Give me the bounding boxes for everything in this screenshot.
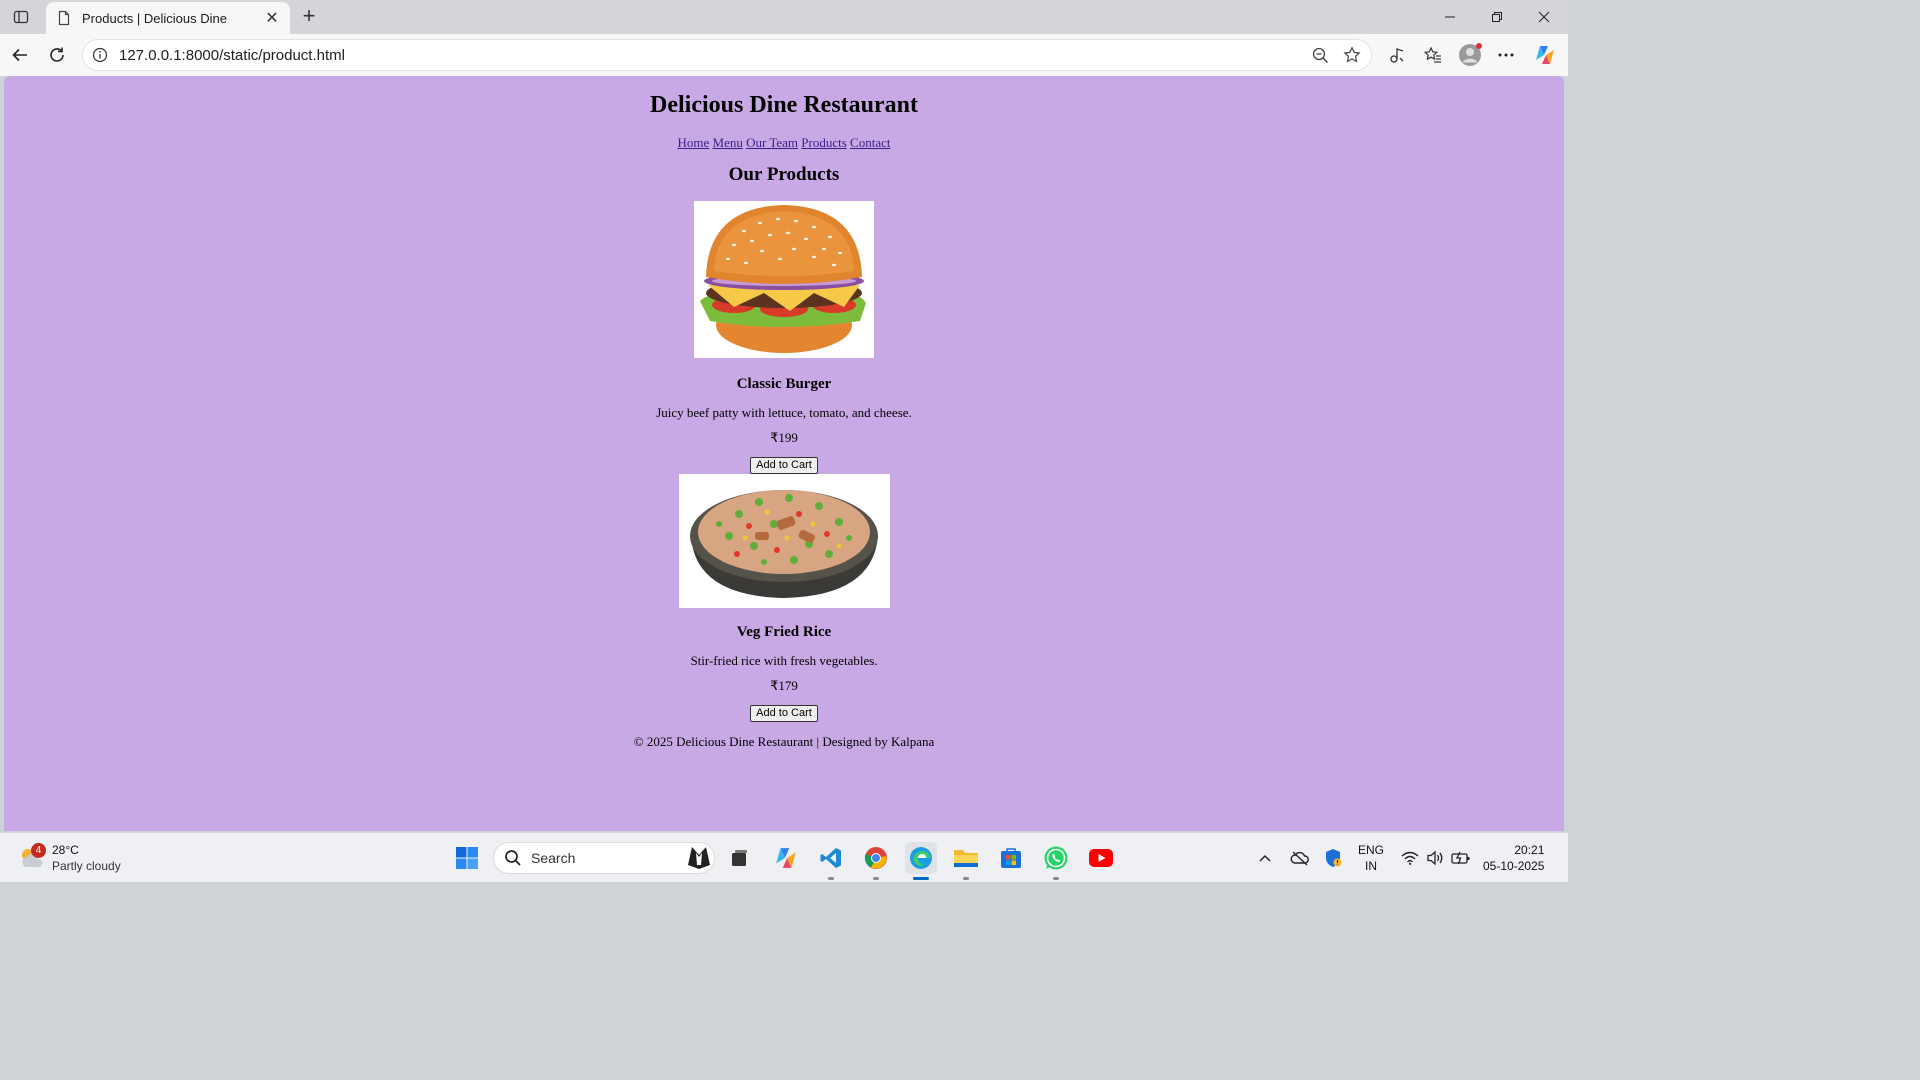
taskbar-search[interactable]: Search [493, 842, 715, 874]
page-footer: © 2025 Delicious Dine Restaurant | Desig… [633, 734, 935, 749]
product-card: Veg Fried Rice Stir-fried rice with fres… [4, 474, 1564, 722]
burger-image [694, 201, 874, 358]
language-code: ENG [1358, 843, 1385, 857]
search-label: Search [531, 850, 576, 866]
close-window-icon[interactable] [1521, 0, 1567, 34]
product-description: Stir-fried rice with fresh vegetables. [690, 653, 878, 668]
chevron-up-icon [1259, 854, 1271, 862]
microsoft-store-icon[interactable] [995, 842, 1027, 874]
region-code: IN [1365, 859, 1377, 873]
copilot-app-icon[interactable] [770, 842, 802, 874]
copilot-icon[interactable] [1531, 41, 1559, 69]
edge-icon[interactable] [905, 842, 937, 880]
product-price: ₹199 [770, 430, 798, 445]
nav-link-contact[interactable]: Contact [850, 135, 890, 150]
page-title: Delicious Dine Restaurant [650, 92, 918, 118]
product-description: Juicy beef patty with lettuce, tomato, a… [656, 405, 912, 420]
page-viewport: Delicious Dine Restaurant Home Menu Our … [4, 76, 1564, 831]
taskbar: 4 28°C Partly cloudy Search ENG IN 20:21… [0, 832, 1568, 882]
partly-cloudy-icon: 4 [18, 843, 46, 871]
minimize-icon[interactable] [1427, 0, 1473, 34]
weather-widget[interactable]: 4 28°C Partly cloudy [18, 839, 121, 877]
weather-condition: Partly cloudy [52, 859, 121, 873]
zoom-icon[interactable] [1307, 42, 1333, 68]
wifi-icon[interactable] [1401, 833, 1419, 883]
more-options-icon[interactable] [1492, 41, 1520, 69]
windows-start-icon[interactable] [451, 842, 483, 874]
nav-link-our-team[interactable]: Our Team [746, 135, 798, 150]
page-body: Delicious Dine Restaurant Home Menu Our … [4, 76, 1564, 750]
nav-link-home[interactable]: Home [678, 135, 710, 150]
new-tab-button[interactable]: + [298, 5, 320, 27]
nav-link-menu[interactable]: Menu [713, 135, 743, 150]
clock-time: 20:21 [1514, 843, 1545, 857]
page-icon [58, 10, 70, 26]
section-title: Our Products [728, 164, 840, 185]
nav-link-products[interactable]: Products [801, 135, 847, 150]
search-icon [505, 850, 521, 866]
browser-toolbar: 127.0.0.1:8000/static/product.html [0, 34, 1568, 76]
clock[interactable]: 20:21 05-10-2025 [1483, 833, 1544, 883]
add-to-cart-button[interactable]: Add to Cart [750, 705, 818, 722]
fried-rice-image [678, 474, 890, 608]
search-highlight-icon [688, 847, 710, 869]
onedrive-icon[interactable] [1290, 833, 1310, 883]
site-nav: Home Menu Our Team Products Contact [4, 135, 1564, 151]
extensions-icon[interactable] [1383, 41, 1411, 69]
whatsapp-icon[interactable] [1040, 842, 1072, 880]
clock-date: 05-10-2025 [1483, 859, 1545, 873]
product-name: Classic Burger [736, 376, 832, 392]
add-to-cart-button[interactable]: Add to Cart [750, 457, 818, 474]
site-info-icon[interactable] [92, 47, 108, 63]
profile-avatar[interactable] [1456, 41, 1484, 69]
volume-icon[interactable] [1426, 833, 1444, 883]
back-icon[interactable] [6, 41, 34, 69]
temperature: 28°C [52, 843, 79, 857]
file-explorer-icon[interactable] [950, 842, 982, 880]
favorites-icon[interactable] [1419, 41, 1447, 69]
show-hidden-icons[interactable] [1258, 833, 1272, 883]
product-price: ₹179 [770, 678, 798, 693]
address-bar[interactable]: 127.0.0.1:8000/static/product.html [82, 39, 1372, 71]
tab-strip: Products | Delicious Dine ✕ + [0, 0, 1568, 34]
restore-icon[interactable] [1474, 0, 1520, 34]
url-text[interactable]: 127.0.0.1:8000/static/product.html [119, 47, 1307, 64]
weather-badge: 4 [31, 843, 46, 858]
close-tab-icon[interactable]: ✕ [264, 8, 280, 28]
favorite-star-icon[interactable] [1339, 42, 1365, 68]
vscode-icon[interactable] [815, 842, 847, 880]
youtube-icon[interactable] [1085, 842, 1117, 874]
refresh-icon[interactable] [43, 41, 71, 69]
security-shield-icon[interactable] [1324, 833, 1342, 883]
active-tab[interactable]: Products | Delicious Dine ✕ [46, 2, 290, 34]
chrome-icon[interactable] [860, 842, 892, 880]
sidebar-toggle-icon[interactable] [10, 6, 32, 28]
tab-title: Products | Delicious Dine [82, 10, 227, 26]
product-card: Classic Burger Juicy beef patty with let… [4, 201, 1564, 474]
language-indicator[interactable]: ENG IN [1358, 833, 1384, 883]
battery-icon[interactable] [1451, 833, 1471, 883]
product-name: Veg Fried Rice [736, 624, 832, 640]
task-view-icon[interactable] [723, 842, 755, 874]
